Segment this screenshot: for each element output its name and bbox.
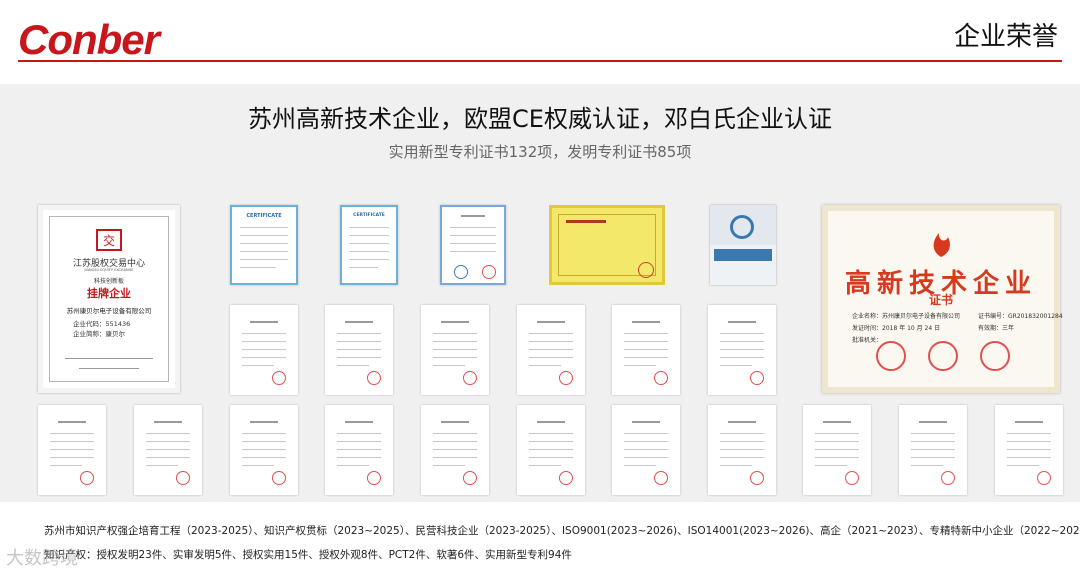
svg-text:交: 交	[103, 233, 115, 248]
cert-no-value: GR201832001284	[1008, 313, 1063, 320]
patent-certificate	[995, 405, 1063, 495]
patent-certificate	[421, 405, 489, 495]
patent-certificate	[708, 405, 776, 495]
ce-certificate: CERTIFICATE	[230, 205, 298, 285]
patent-certificate	[803, 405, 871, 495]
patent-certificate	[899, 405, 967, 495]
company-value: 苏州康贝尔电子设备有限公司	[882, 313, 961, 320]
blue-certificate	[710, 205, 776, 285]
board-name: 科技创新板	[93, 278, 124, 285]
conber-logo: Conber	[18, 16, 160, 63]
validity-label: 有效期：	[978, 325, 1003, 332]
patent-certificate	[230, 405, 298, 495]
company-code: 企业代码：551436	[73, 320, 131, 328]
listing-status: 挂牌企业	[87, 287, 131, 300]
high-tech-subtitle: 证书	[928, 293, 953, 307]
patent-certificate	[421, 305, 489, 395]
honors-list: 苏州市知识产权强企培育工程（2023-2025）、知识产权贯标（2023~202…	[44, 525, 1080, 537]
issue-date-value: 2018 年 10 月 24 日	[882, 325, 941, 332]
management-system-certificate	[440, 205, 506, 285]
golden-certificate	[549, 205, 665, 285]
high-tech-enterprise-certificate: 高新技术企业 证书 企业名称：苏州康贝尔电子设备有限公司 证书编号：GR2018…	[822, 205, 1063, 393]
header-divider	[18, 60, 1062, 62]
approver-label: 批准机关：	[852, 337, 883, 344]
company-short-name: 企业简称：康贝尔	[73, 330, 125, 338]
honors-footer: 苏州市知识产权强企培育工程（2023-2025）、知识产权贯标（2023~202…	[44, 519, 1080, 567]
patent-certificate	[325, 405, 393, 495]
watermark: 大数跨境	[6, 548, 78, 569]
page-title: 企业荣誉	[953, 22, 1058, 52]
patent-certificate	[612, 405, 680, 495]
company-label: 企业名称：	[852, 313, 883, 320]
validity-value: 三年	[1002, 325, 1015, 332]
patent-certificate	[38, 405, 106, 495]
ce-certificate: CERTIFICATE	[340, 205, 398, 285]
honors-subline: 实用新型专利证书132项，发明专利证书85项	[388, 143, 692, 161]
exchange-name-en: JIANGSU EQUITY EXCHANGE	[84, 268, 134, 272]
cert-no-label: 证书编号：	[978, 313, 1009, 320]
company-name: 苏州康贝尔电子设备有限公司	[66, 307, 152, 315]
issue-date-label: 发证时间：	[852, 325, 883, 332]
patent-certificate	[325, 305, 393, 395]
ce-certificate-label: CERTIFICATE	[246, 213, 282, 219]
patent-certificate	[517, 305, 585, 395]
jiangsu-equity-certificate: 交 江苏股权交易中心 JIANGSU EQUITY EXCHANGE 科技创新板…	[38, 205, 180, 393]
exchange-emblem-icon: 交	[96, 229, 122, 251]
patent-certificate	[134, 405, 202, 495]
honors-headline: 苏州高新技术企业，欧盟CE权威认证，邓白氏企业认证	[248, 105, 832, 133]
patent-certificate	[708, 305, 776, 395]
patent-certificate	[517, 405, 585, 495]
patent-certificate	[612, 305, 680, 395]
ip-summary: 知识产权：授权发明23件、实审发明5件、授权实用15件、授权外观8件、PCT2件…	[44, 549, 572, 561]
flame-emblem-icon	[933, 233, 950, 257]
patent-certificate	[230, 305, 298, 395]
ce-certificate-label: CERTIFICATE	[353, 213, 385, 218]
